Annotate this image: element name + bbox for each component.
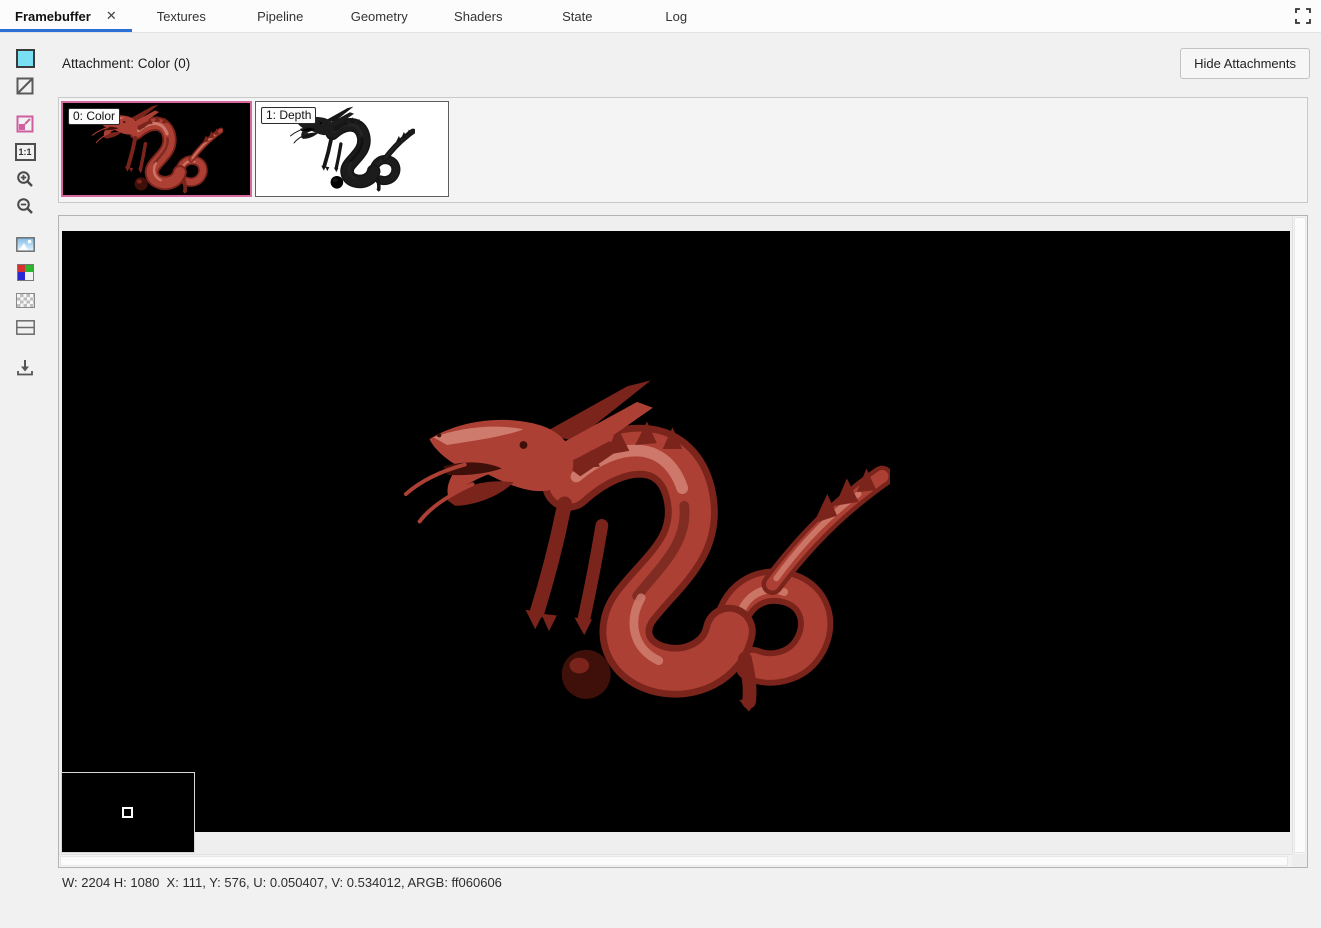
wireframe-overlay-icon[interactable] xyxy=(14,75,36,97)
tab-pipeline-label: Pipeline xyxy=(257,8,304,24)
zoom-in-icon[interactable] xyxy=(14,168,36,190)
attachment-tag-color: 0: Color xyxy=(68,108,121,125)
hide-attachments-button[interactable]: Hide Attachments xyxy=(1180,48,1310,79)
tab-textures-label: Textures xyxy=(156,8,206,24)
scrollbar-corner xyxy=(1292,854,1307,867)
color-attachment-glyph xyxy=(15,48,35,68)
zoom-out-glyph xyxy=(17,198,33,214)
tab-framebuffer[interactable]: Framebuffer ✕ xyxy=(0,0,132,32)
fullscreen-icon[interactable] xyxy=(1285,0,1321,32)
tab-bar-spacer xyxy=(726,0,1285,32)
zoom-actual-size-glyph: 1:1 xyxy=(14,143,36,161)
tab-log-label: Log xyxy=(665,8,688,24)
wireframe-glyph xyxy=(16,77,34,95)
color-channels-icon[interactable] xyxy=(14,261,36,283)
vertical-scrollbar[interactable] xyxy=(1292,216,1307,854)
tab-state-label: State xyxy=(562,8,593,24)
attachment-tag-depth: 1: Depth xyxy=(261,107,317,124)
pixel-readout: W: 2204 H: 1080 X: 111, Y: 576, U: 0.050… xyxy=(62,875,502,890)
color-attachment-icon[interactable] xyxy=(14,47,36,69)
attachments-strip: 0: Color 1: Depth xyxy=(58,97,1308,203)
minimap-viewport-indicator xyxy=(122,807,133,818)
tab-shaders[interactable]: Shaders xyxy=(429,0,528,32)
tab-textures[interactable]: Textures xyxy=(132,0,231,32)
close-tab-icon[interactable]: ✕ xyxy=(106,8,117,24)
flip-vertical-icon[interactable] xyxy=(14,316,36,338)
checkerboard-glyph xyxy=(15,292,35,308)
status-bar: W: 2204 H: 1080 X: 111, Y: 576, U: 0.050… xyxy=(62,875,502,890)
zoom-to-fit-icon[interactable] xyxy=(14,113,36,135)
zoom-actual-size-icon[interactable]: 1:1 xyxy=(14,141,36,163)
tab-geometry-label: Geometry xyxy=(350,8,408,24)
horizontal-scrollbar[interactable] xyxy=(59,854,1292,867)
save-image-icon[interactable] xyxy=(14,356,36,378)
left-toolbar: 1:1 xyxy=(0,33,50,928)
framebuffer-viewport xyxy=(58,215,1308,868)
tab-log[interactable]: Log xyxy=(627,0,726,32)
zoom-in-glyph xyxy=(17,171,33,187)
app-window: Framebuffer ✕ Textures Pipeline Geometry… xyxy=(0,0,1321,928)
zoom-out-icon[interactable] xyxy=(14,195,36,217)
image-background-glyph xyxy=(15,236,35,252)
checkerboard-background-icon[interactable] xyxy=(14,289,36,311)
image-background-icon[interactable] xyxy=(14,233,36,255)
tab-shaders-label: Shaders xyxy=(454,8,503,24)
tab-bar: Framebuffer ✕ Textures Pipeline Geometry… xyxy=(0,0,1321,33)
framebuffer-image[interactable] xyxy=(62,231,1290,832)
zoom-to-fit-glyph xyxy=(16,115,34,133)
save-image-glyph xyxy=(17,359,33,375)
tab-geometry[interactable]: Geometry xyxy=(330,0,429,32)
attachment-label: Attachment: Color (0) xyxy=(62,56,191,71)
tab-pipeline[interactable]: Pipeline xyxy=(231,0,330,32)
fullscreen-icon-glyph xyxy=(1295,8,1311,24)
tab-framebuffer-label: Framebuffer xyxy=(15,8,91,24)
vertical-scrollbar-thumb[interactable] xyxy=(1294,217,1306,853)
tab-state[interactable]: State xyxy=(528,0,627,32)
flip-vertical-glyph xyxy=(15,319,35,335)
minimap-overlay[interactable] xyxy=(61,772,195,853)
horizontal-scrollbar-thumb[interactable] xyxy=(60,856,1288,866)
attachment-thumb-depth[interactable]: 1: Depth xyxy=(255,101,449,197)
dragon-render xyxy=(405,380,883,712)
color-channels-glyph xyxy=(16,263,34,281)
attachment-thumb-color[interactable]: 0: Color xyxy=(61,101,252,197)
